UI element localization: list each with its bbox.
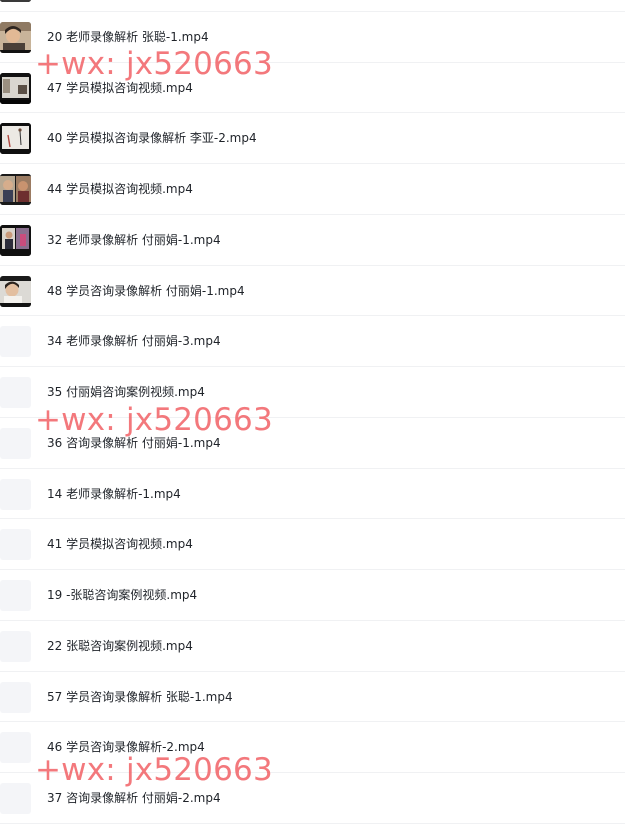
file-row[interactable]: 44 学员模拟咨询视频.mp4	[0, 164, 625, 215]
file-name: 44 学员模拟咨询视频.mp4	[47, 182, 193, 196]
file-name: 20 老师录像解析 张聪-1.mp4	[47, 29, 209, 44]
file-name: 35 付丽娟咨询案例视频.mp4	[47, 385, 205, 399]
file-name: 40 学员模拟咨询录像解析 李亚-2.mp4	[47, 131, 257, 146]
file-row[interactable]: 22 张聪咨询案例视频.mp4	[0, 621, 625, 672]
video-thumbnail	[0, 123, 31, 155]
file-name: 46 学员咨询录像解析-2.mp4	[47, 740, 205, 755]
file-row[interactable]: 14 老师录像解析-1.mp4	[0, 469, 625, 520]
file-row[interactable]: 20 老师录像解析 张聪-1.mp4	[0, 12, 625, 63]
video-thumbnail-placeholder	[0, 427, 31, 459]
video-thumbnail-image	[0, 123, 31, 155]
file-row[interactable]: 35 付丽娟咨询案例视频.mp4	[0, 367, 625, 418]
file-name: 34 老师录像解析 付丽娟-3.mp4	[47, 334, 221, 349]
file-name: 37 咨询录像解析 付丽娟-2.mp4	[47, 791, 221, 805]
video-thumbnail-placeholder	[0, 529, 31, 561]
file-row[interactable]: 41 学员模拟咨询视频.mp4	[0, 519, 625, 570]
file-row[interactable]: 34 老师录像解析 付丽娟-3.mp4	[0, 316, 625, 367]
file-name: 32 老师录像解析 付丽娟-1.mp4	[47, 232, 221, 247]
video-thumbnail-image	[0, 0, 31, 2]
video-thumbnail	[0, 72, 31, 104]
video-thumbnail-placeholder	[0, 478, 31, 510]
video-thumbnail-placeholder	[0, 326, 31, 358]
video-thumbnail-image	[0, 21, 31, 53]
file-name: 57 学员咨询录像解析 张聪-1.mp4	[47, 689, 233, 704]
file-row[interactable]	[0, 0, 625, 12]
file-name: 48 学员咨询录像解析 付丽娟-1.mp4	[47, 283, 245, 298]
video-thumbnail-placeholder	[0, 377, 31, 408]
file-name: 41 学员模拟咨询视频.mp4	[47, 537, 193, 552]
video-thumbnail	[0, 275, 31, 307]
file-row[interactable]: 37 咨询录像解析 付丽娟-2.mp4	[0, 773, 625, 824]
file-name: 14 老师录像解析-1.mp4	[47, 486, 181, 501]
video-thumbnail-image	[0, 174, 31, 205]
file-row[interactable]: 32 老师录像解析 付丽娟-1.mp4	[0, 215, 625, 266]
file-list: 20 老师录像解析 张聪-1.mp4 47 学员模拟咨询视频.mp4 40 学员	[0, 0, 625, 824]
video-thumbnail	[0, 224, 31, 256]
video-thumbnail-placeholder	[0, 783, 31, 814]
video-thumbnail-image	[0, 72, 31, 104]
file-row[interactable]: 40 学员模拟咨询录像解析 李亚-2.mp4	[0, 113, 625, 164]
file-name: 36 咨询录像解析 付丽娟-1.mp4	[47, 435, 221, 450]
video-thumbnail-image	[0, 275, 31, 307]
file-name: 19 -张聪咨询案例视频.mp4	[47, 588, 198, 602]
file-row[interactable]: 19 -张聪咨询案例视频.mp4	[0, 570, 625, 621]
video-thumbnail-image	[0, 224, 31, 256]
file-row[interactable]: 57 学员咨询录像解析 张聪-1.mp4	[0, 672, 625, 723]
video-thumbnail-placeholder	[0, 580, 31, 611]
video-thumbnail-placeholder	[0, 630, 31, 662]
file-row[interactable]: 36 咨询录像解析 付丽娟-1.mp4	[0, 418, 625, 469]
file-row[interactable]: 46 学员咨询录像解析-2.mp4	[0, 722, 625, 773]
video-thumbnail	[0, 0, 31, 2]
file-row[interactable]: 48 学员咨询录像解析 付丽娟-1.mp4	[0, 266, 625, 317]
video-thumbnail	[0, 174, 31, 205]
video-thumbnail-placeholder	[0, 681, 31, 713]
video-thumbnail-placeholder	[0, 732, 31, 764]
video-thumbnail	[0, 21, 31, 53]
file-name: 47 学员模拟咨询视频.mp4	[47, 80, 193, 95]
file-name: 22 张聪咨询案例视频.mp4	[47, 638, 193, 653]
file-row[interactable]: 47 学员模拟咨询视频.mp4	[0, 63, 625, 114]
